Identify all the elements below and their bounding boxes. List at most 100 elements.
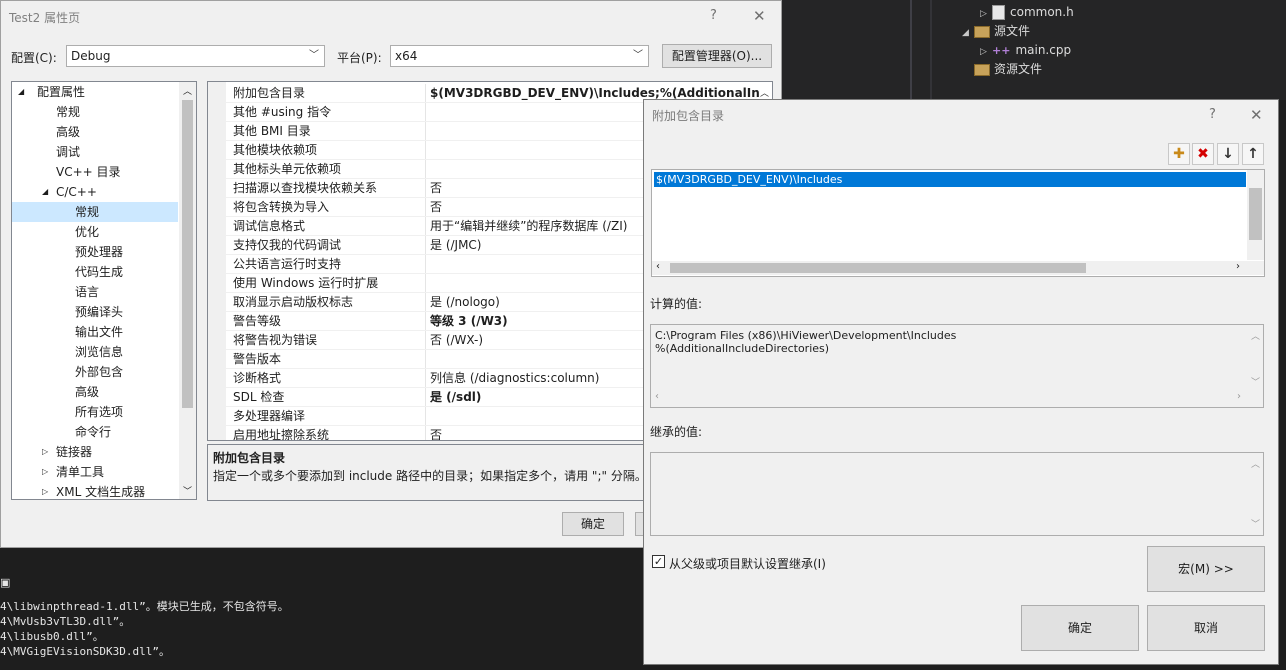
solution-folder-resources[interactable]: 资源文件 [974, 60, 1042, 78]
config-manager-button[interactable]: 配置管理器(O)... [662, 44, 772, 68]
config-select[interactable]: Debug ﹀ [66, 45, 325, 67]
include-dirs-list[interactable]: $(MV3DRGBD_DEV_ENV)\Includes ‹ › [651, 169, 1265, 277]
property-value[interactable]: 等级 3 (/W3) [430, 312, 508, 330]
tree-item-all-options[interactable]: 所有选项 [12, 402, 178, 422]
tree-item-output-files[interactable]: 输出文件 [12, 322, 178, 342]
close-button[interactable]: ✕ [1250, 106, 1263, 124]
tree-item-cpp[interactable]: ◢ C/C++ [12, 182, 178, 202]
chevron-down-icon[interactable]: ﹀ [1251, 375, 1260, 388]
inherit-checkbox[interactable]: ✓ [652, 555, 665, 568]
solution-folder-source[interactable]: ◢ 源文件 [962, 22, 1030, 40]
inherit-checkbox-label[interactable]: 从父级或项目默认设置继承(I) [669, 555, 826, 572]
property-tree: ◢ 配置属性 常规 高级 调试 VC++ 目录 ◢ C/C++ 常规 优化 预处理器… [11, 81, 197, 500]
splitter-2 [930, 0, 932, 100]
expand-arrow-icon[interactable]: ▷ [42, 462, 48, 482]
property-name: 扫描源以查找模块依赖关系 [233, 179, 426, 197]
tree-item-general[interactable]: 常规 [12, 102, 178, 122]
tree-item-config-props[interactable]: ◢ 配置属性 [12, 82, 178, 102]
chevron-left-icon[interactable]: ‹ [655, 391, 659, 402]
property-name: 将警告视为错误 [233, 331, 426, 349]
scroll-thumb[interactable] [670, 263, 1086, 273]
chevron-right-icon[interactable]: › [1237, 391, 1241, 402]
output-line: 4\libwinpthread-1.dll”。模块已生成，不包含符号。 [0, 600, 289, 613]
chevron-down-icon: ﹀ [633, 50, 643, 61]
scroll-thumb[interactable] [1249, 188, 1262, 240]
new-folder-icon[interactable]: ✚ [1168, 143, 1190, 165]
collapse-arrow-icon[interactable]: ◢ [962, 24, 974, 42]
tree-item-language[interactable]: 语言 [12, 282, 178, 302]
collapse-arrow-icon[interactable]: ◢ [18, 82, 24, 102]
splitter[interactable] [910, 0, 912, 100]
expand-arrow-icon[interactable]: ▷ [980, 5, 992, 23]
output-line: 4\MvUsb3vTL3D.dll”。 [0, 615, 131, 628]
tree-item-manifest[interactable]: ▷ 清单工具 [12, 462, 178, 482]
expand-arrow-icon[interactable]: ▷ [42, 442, 48, 462]
list-hscrollbar[interactable]: ‹ › [652, 261, 1264, 275]
close-button[interactable]: ✕ [753, 7, 766, 25]
property-value[interactable]: 否 [430, 426, 442, 440]
list-item[interactable]: $(MV3DRGBD_DEV_ENV)\Includes [654, 172, 1246, 187]
tree-item-command-line[interactable]: 命令行 [12, 422, 178, 442]
property-value[interactable]: 是 (/sdl) [430, 388, 481, 406]
tree-scrollbar[interactable]: ︿ ﹀ [179, 82, 196, 499]
property-value[interactable]: 列信息 (/diagnostics:column) [430, 369, 599, 387]
chevron-up-icon[interactable]: ︿ [1251, 457, 1260, 470]
expand-arrow-icon[interactable]: ▷ [980, 43, 992, 61]
chevron-up-icon[interactable]: ︿ [1251, 329, 1260, 342]
property-value[interactable]: 用于“编辑并继续”的程序数据库 (/ZI) [430, 217, 627, 235]
inherited-values-box: ︿ ﹀ [650, 452, 1264, 536]
tree-item-codegen[interactable]: 代码生成 [12, 262, 178, 282]
tree-item-label: XML 文档生成器 [56, 485, 146, 499]
expand-arrow-icon[interactable]: ▷ [42, 482, 48, 499]
property-name: 将包含转换为导入 [233, 198, 426, 216]
tree-item-pch[interactable]: 预编译头 [12, 302, 178, 322]
chevron-up-icon[interactable]: ︿ [760, 86, 769, 99]
tree-item-xml-doc[interactable]: ▷ XML 文档生成器 [12, 482, 178, 499]
tree-item-cpp-general[interactable]: 常规 [12, 202, 178, 222]
list-vscrollbar[interactable] [1247, 170, 1264, 260]
tree-item-browse-info[interactable]: 浏览信息 [12, 342, 178, 362]
scroll-thumb[interactable] [182, 100, 193, 408]
tree-item-debugging[interactable]: 调试 [12, 142, 178, 162]
platform-select[interactable]: x64 ﹀ [390, 45, 649, 67]
property-value[interactable]: 否 (/WX-) [430, 331, 483, 349]
help-button[interactable]: ? [1209, 107, 1216, 122]
collapse-arrow-icon[interactable]: ◢ [42, 182, 48, 202]
property-name: 警告版本 [233, 350, 426, 368]
property-value[interactable]: 是 (/JMC) [430, 236, 482, 254]
solution-item-common-h[interactable]: ▷ common.h [980, 3, 1074, 21]
tree-item-linker[interactable]: ▷ 链接器 [12, 442, 178, 462]
tree-item-advanced[interactable]: 高级 [12, 122, 178, 142]
macro-button[interactable]: 宏(M) >> [1147, 546, 1265, 592]
tree-item-external-includes[interactable]: 外部包含 [12, 362, 178, 382]
cancel-button[interactable]: 取消 [1147, 605, 1265, 651]
help-button[interactable]: ? [710, 8, 717, 23]
platform-select-value: x64 [395, 49, 418, 63]
chevron-down-icon[interactable]: ﹀ [1251, 517, 1260, 530]
tree-item-label: 优化 [75, 225, 100, 239]
config-select-value: Debug [71, 49, 111, 63]
tree-item-cpp-advanced[interactable]: 高级 [12, 382, 178, 402]
chevron-right-icon[interactable]: › [1236, 261, 1240, 272]
property-name: 其他标头单元依赖项 [233, 160, 426, 178]
tree-item-preprocessor[interactable]: 预处理器 [12, 242, 178, 262]
chevron-up-icon[interactable]: ︿ [183, 84, 192, 97]
move-up-icon[interactable]: ↑ [1242, 143, 1264, 165]
property-value[interactable]: 是 (/nologo) [430, 293, 500, 311]
tree-item-label: 命令行 [75, 425, 112, 439]
tree-item-label: 输出文件 [75, 325, 124, 339]
delete-icon[interactable]: ✖ [1192, 143, 1214, 165]
ok-button[interactable]: 确定 [562, 512, 624, 536]
tree-item-vc-dirs[interactable]: VC++ 目录 [12, 162, 178, 182]
solution-item-main-cpp[interactable]: ▷ ++ main.cpp [980, 41, 1071, 59]
chevron-down-icon[interactable]: ﹀ [183, 484, 192, 497]
tree-item-optimization[interactable]: 优化 [12, 222, 178, 242]
move-down-icon[interactable]: ↓ [1217, 143, 1239, 165]
ok-button[interactable]: 确定 [1021, 605, 1139, 651]
chevron-left-icon[interactable]: ‹ [656, 261, 660, 272]
platform-label: 平台(P): [337, 51, 382, 65]
property-value[interactable]: 否 [430, 179, 442, 197]
property-name: 诊断格式 [233, 369, 426, 387]
property-value[interactable]: 否 [430, 198, 442, 216]
tree-item-label: 语言 [75, 285, 100, 299]
